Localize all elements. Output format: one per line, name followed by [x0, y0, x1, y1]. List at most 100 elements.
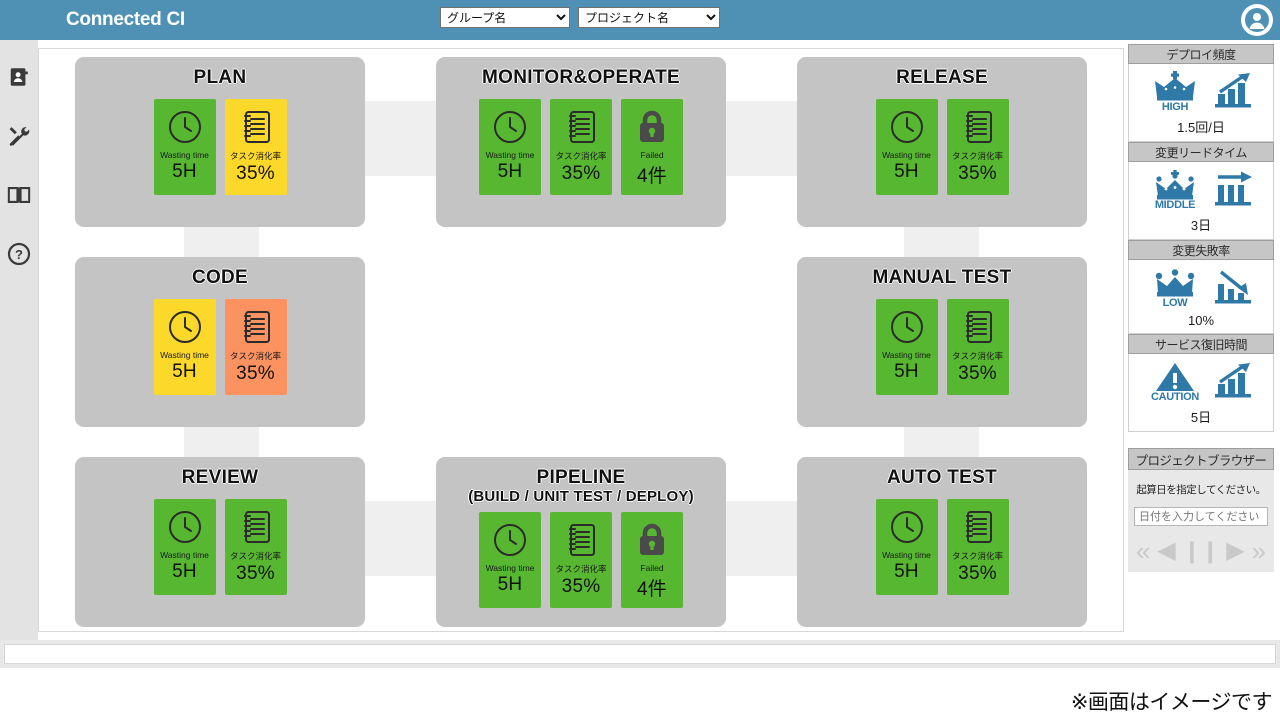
metric-value: 10%	[1187, 313, 1215, 328]
chart-up-icon	[1212, 70, 1256, 115]
panel-monitor-operate[interactable]: MONITOR&OPERATE Wasting time 5H タスク消化率 3…	[436, 57, 726, 227]
tile-label: Wasting time	[882, 550, 931, 560]
sidebar-item-contacts[interactable]	[0, 50, 38, 109]
panel-plan[interactable]: PLAN Wasting time 5H タスク消化率 35%	[75, 57, 365, 227]
playback-controls: « ◀ ❙❙ ▶ »	[1134, 538, 1268, 564]
panel-manual-test[interactable]: MANUAL TEST Wasting time 5H タスク消化率 35%	[797, 257, 1087, 427]
tile-wasting-time[interactable]: Wasting time 5H	[875, 99, 938, 195]
notebook-icon	[237, 305, 275, 349]
tile-value: 35%	[236, 163, 275, 184]
tile-value: 35%	[236, 363, 275, 384]
horizontal-scrollbar[interactable]	[4, 644, 1276, 664]
tile-value: 35%	[236, 563, 275, 584]
panel-tiles: Wasting time 5H タスク消化率 35%	[436, 512, 726, 608]
crown-high-icon: HIGH	[1146, 71, 1204, 113]
fast-forward-button[interactable]: »	[1252, 538, 1266, 564]
image-disclaimer-caption: ※画面はイメージです	[1070, 691, 1273, 714]
metric-title: 変更失敗率	[1128, 240, 1274, 260]
metric-rank: LOW	[1162, 297, 1188, 309]
panel-tiles: Wasting time 5H タスク消化率 35%	[75, 299, 365, 395]
tile-label: タスク消化率	[951, 351, 1003, 361]
tile-value: 5H	[497, 161, 523, 182]
tile-wasting-time[interactable]: Wasting time 5H	[479, 99, 541, 195]
sidebar-item-help[interactable]: ?	[0, 227, 38, 286]
metric-title: 変更リードタイム	[1128, 142, 1274, 162]
tile-wasting-time[interactable]: Wasting time 5H	[153, 299, 216, 395]
panel-title: CODE	[191, 267, 249, 288]
tile-wasting-time[interactable]: Wasting time 5H	[875, 499, 938, 595]
lock-icon	[635, 518, 669, 562]
tile-value: 5H	[497, 574, 523, 595]
tile-value: 5H	[894, 361, 919, 382]
tile-label: Wasting time	[882, 350, 931, 360]
tile-label: Wasting time	[160, 350, 209, 360]
chart-down-icon	[1212, 266, 1256, 311]
metric-change-failure-rate: 変更失敗率 LOW 10%	[1128, 240, 1274, 334]
project-select[interactable]: プロジェクト名	[578, 7, 720, 28]
user-avatar-icon[interactable]	[1241, 4, 1273, 36]
sidebar-item-tools[interactable]	[0, 109, 38, 168]
tile-task-rate[interactable]: タスク消化率 35%	[946, 99, 1009, 195]
pause-button[interactable]: ❙❙	[1183, 540, 1220, 562]
tile-value: 4件	[637, 579, 667, 600]
clock-icon	[490, 518, 530, 562]
panel-tiles: Wasting time 5H タスク消化率 35%	[797, 499, 1087, 595]
tile-task-rate[interactable]: タスク消化率 35%	[224, 299, 287, 395]
metric-rank: MIDDLE	[1154, 199, 1196, 211]
metric-value: 1.5回/日	[1177, 120, 1225, 135]
panel-tiles: Wasting time 5H タスク消化率 35%	[75, 499, 365, 595]
tile-label: タスク消化率	[229, 351, 281, 361]
lock-icon	[635, 105, 669, 149]
clock-icon	[887, 305, 927, 349]
metrics-column: デプロイ頻度 HIGH 1.5回/日 変更リードタイム MIDDLE 3日 変更…	[1128, 44, 1274, 572]
panel-auto-test[interactable]: AUTO TEST Wasting time 5H タスク消化率 35%	[797, 457, 1087, 627]
project-browser-body: 起算日を指定してください。 « ◀ ❙❙ ▶ »	[1128, 470, 1274, 572]
panel-title: MANUAL TEST	[872, 267, 1012, 288]
warning-triangle-icon: CAUTION	[1146, 361, 1204, 403]
tile-task-rate[interactable]: タスク消化率 35%	[224, 499, 287, 595]
tile-task-rate[interactable]: タスク消化率 35%	[946, 499, 1009, 595]
tile-label: Wasting time	[160, 550, 209, 560]
clock-icon	[490, 105, 530, 149]
rewind-button[interactable]: «	[1136, 538, 1150, 564]
project-browser-note: 起算日を指定してください。	[1136, 484, 1266, 496]
notebook-icon	[562, 518, 600, 562]
tile-failed[interactable]: Failed 4件	[621, 99, 683, 195]
metric-title: サービス復旧時間	[1128, 334, 1274, 354]
tile-failed[interactable]: Failed 4件	[621, 512, 683, 608]
play-button[interactable]: ▶	[1226, 539, 1244, 563]
tile-label: Wasting time	[160, 150, 209, 160]
svg-text:?: ?	[15, 247, 23, 262]
tile-wasting-time[interactable]: Wasting time 5H	[479, 512, 541, 608]
sidebar-item-manual[interactable]	[0, 168, 38, 227]
metric-service-restore-time: サービス復旧時間 CAUTION 5日	[1128, 334, 1274, 432]
notebook-icon	[562, 105, 600, 149]
panel-review[interactable]: REVIEW Wasting time 5H タスク消化率 35%	[75, 457, 365, 627]
tile-wasting-time[interactable]: Wasting time 5H	[875, 299, 938, 395]
notebook-icon	[959, 305, 997, 349]
tile-task-rate[interactable]: タスク消化率 35%	[224, 99, 287, 195]
metric-rank: CAUTION	[1150, 391, 1199, 403]
panel-title: MONITOR&OPERATE	[481, 67, 681, 88]
tile-wasting-time[interactable]: Wasting time 5H	[153, 499, 216, 595]
project-browser-title: プロジェクトブラウザー	[1128, 448, 1274, 470]
panel-title: RELEASE	[896, 67, 988, 88]
tile-label: タスク消化率	[229, 551, 281, 561]
tile-label: Wasting time	[882, 150, 931, 160]
tile-value: 5H	[172, 161, 197, 182]
panel-code[interactable]: CODE Wasting time 5H タスク消化率 35%	[75, 257, 365, 427]
tile-wasting-time[interactable]: Wasting time 5H	[153, 99, 216, 195]
tile-task-rate[interactable]: タスク消化率 35%	[550, 99, 612, 195]
metric-rank: HIGH	[1161, 101, 1189, 113]
panel-pipeline[interactable]: PIPELINE (BUILD / UNIT TEST / DEPLOY) Wa…	[436, 457, 726, 627]
date-input[interactable]	[1134, 507, 1268, 526]
panel-tiles: Wasting time 5H タスク消化率 35%	[436, 99, 726, 195]
panel-tiles: Wasting time 5H タスク消化率 35%	[75, 99, 365, 195]
step-back-button[interactable]: ◀	[1157, 539, 1175, 563]
tile-value: 5H	[172, 561, 197, 582]
chart-up-icon	[1212, 360, 1256, 405]
group-select[interactable]: グループ名	[440, 7, 570, 28]
tile-task-rate[interactable]: タスク消化率 35%	[550, 512, 612, 608]
panel-release[interactable]: RELEASE Wasting time 5H タスク消化率 35%	[797, 57, 1087, 227]
tile-task-rate[interactable]: タスク消化率 35%	[946, 299, 1009, 395]
